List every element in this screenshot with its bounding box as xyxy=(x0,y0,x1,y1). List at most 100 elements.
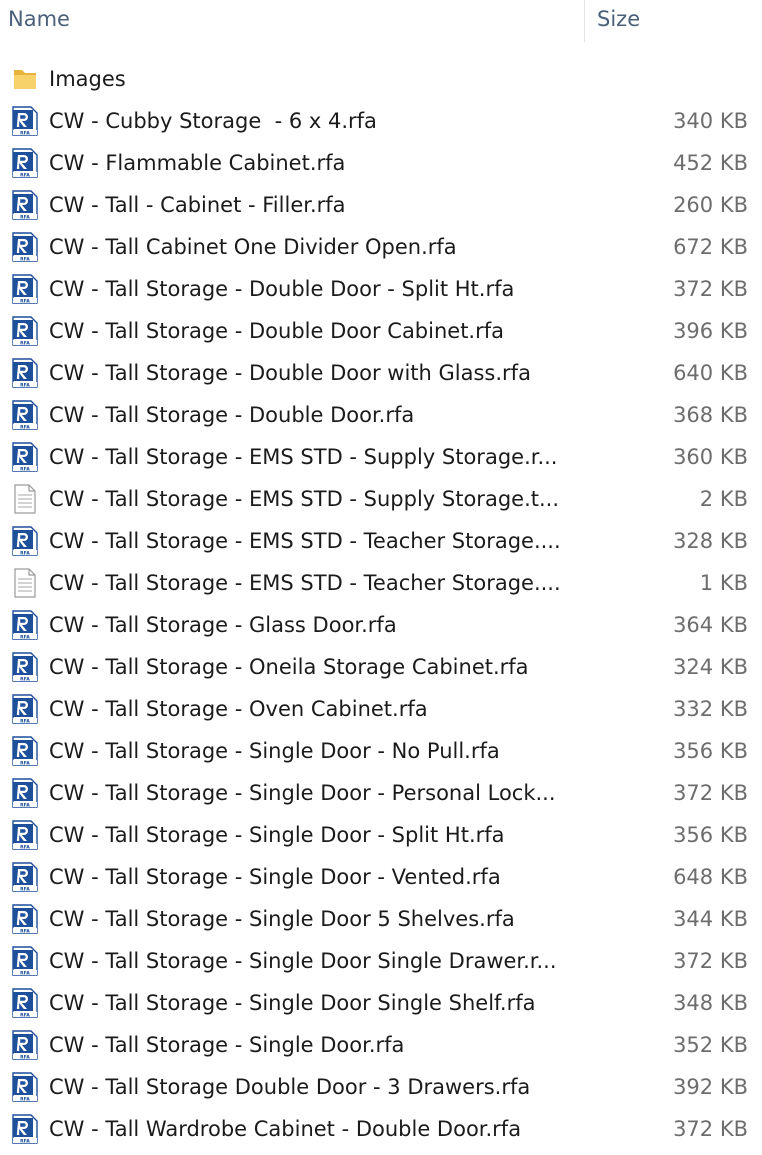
rfa-file-icon: RFA xyxy=(10,316,40,346)
folder-row[interactable]: Images xyxy=(0,58,762,100)
file-name: CW - Tall Storage - EMS STD - Teacher St… xyxy=(49,571,561,595)
file-row[interactable]: RFA CW - Tall Storage - Single Door 5 She… xyxy=(0,898,762,940)
rfa-file-icon: RFA xyxy=(10,526,40,556)
file-row[interactable]: CW - Tall Storage - EMS STD - Teacher St… xyxy=(0,562,762,604)
rfa-file-icon: RFA xyxy=(10,148,40,178)
svg-text:RFA: RFA xyxy=(20,1096,30,1102)
rfa-file-icon: RFA xyxy=(10,904,40,934)
file-name: CW - Tall Storage - Glass Door.rfa xyxy=(49,613,397,637)
file-size: 372 KB xyxy=(673,949,748,973)
file-row[interactable]: CW - Tall Storage - EMS STD - Supply Sto… xyxy=(0,478,762,520)
file-size: 260 KB xyxy=(673,193,748,217)
rfa-file-icon: RFA xyxy=(10,358,40,388)
file-name: CW - Tall Storage - Double Door.rfa xyxy=(49,403,415,427)
file-name: CW - Tall Storage - Single Door 5 Shelve… xyxy=(49,907,515,931)
svg-text:RFA: RFA xyxy=(20,970,30,976)
file-row[interactable]: RFA CW - Cubby Storage - 6 x 4.rfa 340 KB xyxy=(0,100,762,142)
file-size: 640 KB xyxy=(673,361,748,385)
file-row[interactable]: RFA CW - Tall Storage - Double Door - Spl… xyxy=(0,268,762,310)
rfa-file-icon: RFA xyxy=(10,190,40,220)
file-row[interactable]: RFA CW - Tall Cabinet One Divider Open.rf… xyxy=(0,226,762,268)
rfa-file-icon: RFA xyxy=(10,862,40,892)
svg-text:RFA: RFA xyxy=(20,802,30,808)
file-name: CW - Tall Storage - Oven Cabinet.rfa xyxy=(49,697,428,721)
file-name: CW - Cubby Storage - 6 x 4.rfa xyxy=(49,109,377,133)
rfa-file-icon: RFA xyxy=(10,1072,40,1102)
file-size: 2 KB xyxy=(699,487,748,511)
file-row[interactable]: RFA CW - Tall Storage - Oven Cabinet.rfa 3… xyxy=(0,688,762,730)
svg-text:RFA: RFA xyxy=(20,382,30,388)
file-row[interactable]: RFA CW - Tall Storage - Single Door - Per… xyxy=(0,772,762,814)
svg-text:RFA: RFA xyxy=(20,298,30,304)
file-row[interactable]: RFA CW - Tall Storage - Double Door.rfa 36… xyxy=(0,394,762,436)
file-row[interactable]: RFA CW - Tall Storage - Single Door.rfa 35… xyxy=(0,1024,762,1066)
file-size: 356 KB xyxy=(673,823,748,847)
file-size xyxy=(598,58,748,100)
svg-text:RFA: RFA xyxy=(20,550,30,556)
file-row[interactable]: RFA CW - Tall Wardrobe Cabinet - Double D… xyxy=(0,1108,762,1150)
file-name: CW - Tall Cabinet One Divider Open.rfa xyxy=(49,235,457,259)
file-name: CW - Tall Storage - Double Door Cabinet.… xyxy=(49,319,505,343)
rfa-file-icon: RFA xyxy=(10,652,40,682)
file-row[interactable]: RFA CW - Tall Storage - Single Door - Ven… xyxy=(0,856,762,898)
file-row[interactable]: RFA CW - Tall Storage - Single Door Singl… xyxy=(0,982,762,1024)
size-column-header[interactable]: Size xyxy=(597,0,757,42)
file-size: 364 KB xyxy=(673,613,748,637)
rfa-file-icon: RFA xyxy=(10,232,40,262)
file-size: 352 KB xyxy=(673,1033,748,1057)
svg-text:RFA: RFA xyxy=(20,172,30,178)
svg-text:RFA: RFA xyxy=(20,1138,30,1144)
rfa-file-icon: RFA xyxy=(10,820,40,850)
name-column-header[interactable]: Name xyxy=(8,0,578,42)
file-name: CW - Tall Storage - Single Door Single S… xyxy=(49,991,536,1015)
svg-text:RFA: RFA xyxy=(20,424,30,430)
rfa-file-icon: RFA xyxy=(10,694,40,724)
svg-text:RFA: RFA xyxy=(20,844,30,850)
file-row[interactable]: RFA CW - Tall Storage - Double Door Cabin… xyxy=(0,310,762,352)
rfa-file-icon: RFA xyxy=(10,610,40,640)
rfa-file-icon: RFA xyxy=(10,400,40,430)
file-size: 372 KB xyxy=(673,781,748,805)
svg-text:RFA: RFA xyxy=(20,676,30,682)
file-row[interactable]: RFA CW - Tall Storage - Single Door - Spl… xyxy=(0,814,762,856)
file-row[interactable]: RFA CW - Tall Storage - Double Door with … xyxy=(0,352,762,394)
file-row[interactable]: RFA CW - Tall Storage - Oneila Storage Ca… xyxy=(0,646,762,688)
column-header-bar: Name Size xyxy=(0,0,762,42)
file-name: CW - Tall Storage - Oneila Storage Cabin… xyxy=(49,655,529,679)
file-name: CW - Tall Storage - EMS STD - Supply Sto… xyxy=(49,487,559,511)
rfa-file-icon: RFA xyxy=(10,946,40,976)
rfa-file-icon: RFA xyxy=(10,1114,40,1144)
file-name: CW - Tall Storage - Single Door - Split … xyxy=(49,823,505,847)
file-name: Images xyxy=(49,67,126,91)
file-list: Images RFA CW - Cubby Storage - 6 x 4.rfa 3… xyxy=(0,58,762,1150)
file-name: CW - Tall Storage - Single Door - No Pul… xyxy=(49,739,500,763)
file-size: 328 KB xyxy=(673,529,748,553)
file-size: 340 KB xyxy=(673,109,748,133)
svg-text:RFA: RFA xyxy=(20,130,30,136)
file-row[interactable]: RFA CW - Tall Storage - EMS STD - Teacher… xyxy=(0,520,762,562)
file-size: 356 KB xyxy=(673,739,748,763)
rfa-file-icon: RFA xyxy=(10,442,40,472)
svg-text:RFA: RFA xyxy=(20,718,30,724)
file-name: CW - Tall - Cabinet - Filler.rfa xyxy=(49,193,346,217)
rfa-file-icon: RFA xyxy=(10,736,40,766)
file-size: 344 KB xyxy=(673,907,748,931)
file-row[interactable]: RFA CW - Tall Storage - Single Door - No … xyxy=(0,730,762,772)
file-row[interactable]: RFA CW - Tall - Cabinet - Filler.rfa 260 K… xyxy=(0,184,762,226)
rfa-file-icon: RFA xyxy=(10,778,40,808)
file-size: 360 KB xyxy=(673,445,748,469)
file-size: 672 KB xyxy=(673,235,748,259)
svg-text:RFA: RFA xyxy=(20,634,30,640)
file-row[interactable]: RFA CW - Tall Storage - EMS STD - Supply … xyxy=(0,436,762,478)
file-row[interactable]: RFA CW - Tall Storage - Single Door Singl… xyxy=(0,940,762,982)
file-name: CW - Tall Wardrobe Cabinet - Double Door… xyxy=(49,1117,522,1141)
file-size: 392 KB xyxy=(673,1075,748,1099)
file-row[interactable]: RFA CW - Flammable Cabinet.rfa 452 KB xyxy=(0,142,762,184)
column-divider[interactable] xyxy=(584,0,585,42)
file-name: CW - Tall Storage - EMS STD - Supply Sto… xyxy=(49,445,558,469)
file-size: 368 KB xyxy=(673,403,748,427)
file-name: CW - Tall Storage - Single Door - Person… xyxy=(49,781,556,805)
rfa-file-icon: RFA xyxy=(10,1030,40,1060)
file-row[interactable]: RFA CW - Tall Storage - Glass Door.rfa 364… xyxy=(0,604,762,646)
file-row[interactable]: RFA CW - Tall Storage Double Door - 3 Dra… xyxy=(0,1066,762,1108)
